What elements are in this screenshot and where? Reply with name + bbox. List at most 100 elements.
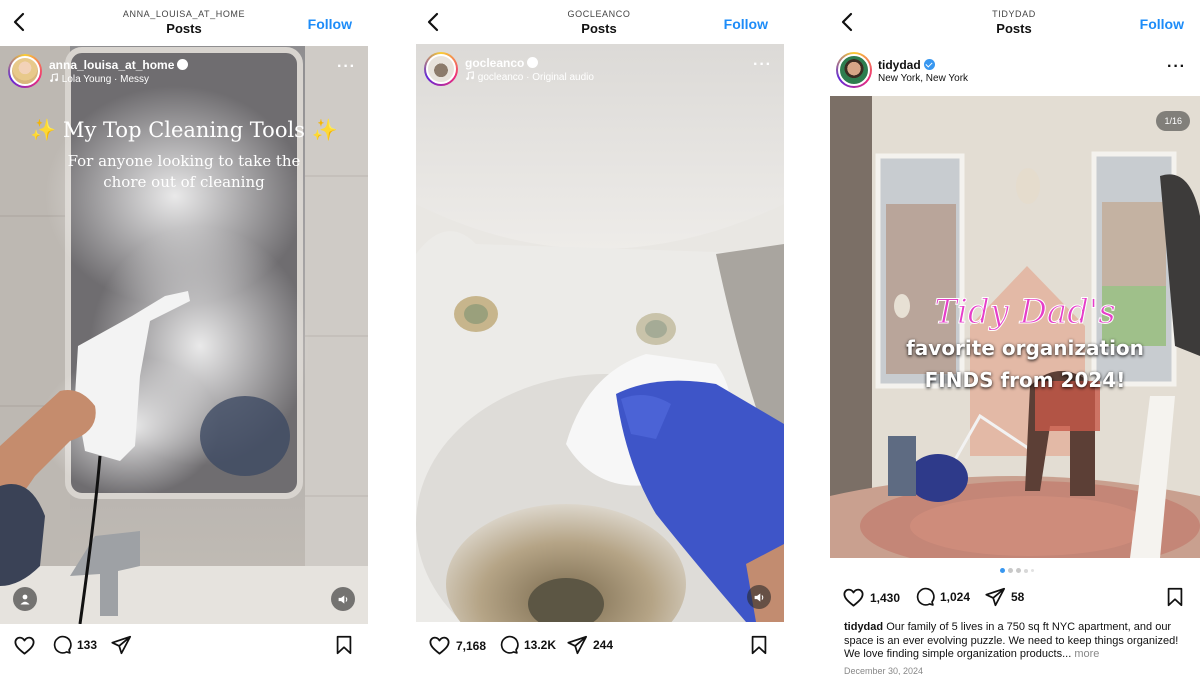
like-button[interactable]: 7,168 [428, 634, 486, 657]
carousel-dots [1000, 568, 1034, 573]
action-bar: 7,168 13.2K 244 [414, 634, 784, 666]
page-title: Posts [166, 21, 202, 36]
overlay-line2: favorite organization [906, 336, 1144, 360]
username[interactable]: tidydad [878, 58, 921, 72]
save-button[interactable] [333, 634, 355, 656]
post-video[interactable]: gocleanco gocleanco · Original audio ··· [416, 44, 784, 622]
back-arrow-icon[interactable] [836, 10, 860, 34]
share-count: 244 [593, 638, 614, 652]
share-icon [110, 634, 132, 656]
post-caption: tidydad Our family of 5 lives in a 750 s… [844, 621, 1186, 662]
overlay-subtitle-line1: For anyone looking to take the [67, 152, 301, 170]
carousel-dot[interactable] [1016, 568, 1021, 573]
audio-row[interactable]: Lola Young · Messy [49, 73, 149, 85]
heart-icon [842, 586, 865, 609]
top-bar: ANNA_LOUISA_AT_HOME Posts Follow [0, 0, 368, 44]
heart-icon [428, 634, 451, 657]
like-count: 1,430 [870, 590, 901, 605]
comment-button[interactable]: 1,024 [914, 586, 970, 607]
follow-button[interactable]: Follow [1140, 16, 1184, 32]
more-options-icon[interactable]: ··· [337, 58, 356, 76]
carousel-dot[interactable] [1000, 568, 1005, 573]
username-row[interactable]: gocleanco [465, 56, 539, 70]
username-row[interactable]: anna_louisa_at_home [49, 58, 189, 72]
caption-text: Our family of 5 lives in a 750 sq ft NYC… [844, 621, 1179, 660]
avatar[interactable] [836, 52, 872, 88]
caption-username[interactable]: tidydad [844, 621, 883, 633]
carousel-counter: 1/16 [1156, 111, 1190, 131]
post-panel-3: TIDYDAD Posts Follow tidydad New York, N… [828, 0, 1200, 675]
comment-count: 13.2K [524, 637, 557, 652]
username[interactable]: anna_louisa_at_home [49, 58, 174, 72]
like-count: 7,168 [456, 638, 487, 653]
overlay-title: ✨ My Top Cleaning Tools ✨ [30, 118, 338, 142]
more-link[interactable]: more [1074, 648, 1099, 660]
account-handle: GOCLEANCO [567, 9, 631, 19]
post-video[interactable]: anna_louisa_at_home Lola Young · Messy ·… [0, 46, 368, 624]
verified-icon [527, 57, 539, 68]
overlay-line1: Tidy Dad's [934, 292, 1116, 333]
overlay-subtitle-line2: chore out of cleaning [103, 173, 265, 191]
share-button[interactable]: 58 [984, 586, 1024, 608]
share-count: 58 [1011, 590, 1025, 604]
carousel-dot[interactable] [1031, 569, 1034, 572]
save-button[interactable] [748, 634, 770, 656]
verified-icon [923, 59, 935, 70]
share-button[interactable] [110, 634, 132, 656]
speaker-icon [753, 591, 766, 604]
follow-button[interactable]: Follow [724, 16, 768, 32]
top-bar: TIDYDAD Posts Follow [828, 0, 1200, 44]
comment-count: 133 [77, 637, 98, 652]
bookmark-icon [1164, 586, 1186, 608]
post-panel-1: ANNA_LOUISA_AT_HOME Posts Follow anna_lo… [0, 0, 368, 675]
share-icon [566, 634, 588, 656]
comment-icon [51, 634, 72, 655]
share-button[interactable]: 244 [566, 634, 613, 656]
post-date: December 30, 2024 [844, 666, 924, 675]
back-arrow-icon[interactable] [422, 10, 446, 34]
account-handle: TIDYDAD [992, 9, 1036, 19]
heart-icon [13, 634, 36, 657]
mute-button[interactable] [331, 587, 355, 611]
avatar[interactable] [424, 52, 458, 86]
audio-track: Lola Young · Messy [61, 74, 150, 85]
bookmark-icon [748, 634, 770, 656]
audio-row[interactable]: gocleanco · Original audio [465, 71, 594, 83]
action-bar: 133 [0, 634, 368, 666]
bookmark-icon [333, 634, 355, 656]
avatar[interactable] [8, 54, 42, 88]
share-icon [984, 586, 1006, 608]
like-button[interactable]: 1,430 [842, 586, 900, 609]
more-options-icon[interactable]: ··· [1167, 58, 1186, 76]
overlay-line3: FINDS from 2024! [924, 368, 1126, 392]
post-carousel-image[interactable]: Tidy Dad's favorite organization FINDS f… [830, 96, 1200, 558]
header-title: TIDYDAD Posts [992, 9, 1036, 36]
page-title: Posts [996, 21, 1032, 36]
music-note-icon [465, 71, 475, 81]
comment-button[interactable]: 13.2K [498, 634, 556, 655]
post-panel-2: GOCLEANCO Posts Follow gocleanco goclean… [414, 0, 784, 675]
carousel-dot[interactable] [1008, 568, 1013, 573]
save-button[interactable] [1164, 586, 1186, 608]
comment-button[interactable]: 133 [51, 634, 97, 655]
username[interactable]: gocleanco [465, 56, 524, 70]
speaker-icon [337, 593, 350, 606]
mute-button[interactable] [747, 585, 771, 609]
back-arrow-icon[interactable] [8, 10, 32, 34]
carousel-dot[interactable] [1024, 568, 1028, 573]
account-handle: ANNA_LOUISA_AT_HOME [122, 9, 246, 19]
follow-button[interactable]: Follow [308, 16, 352, 32]
comment-count: 1,024 [940, 589, 971, 604]
tagged-people-button[interactable] [13, 587, 37, 611]
toilet-scene [416, 44, 784, 622]
comment-icon [498, 634, 519, 655]
more-options-icon[interactable]: ··· [753, 56, 772, 74]
verified-icon [177, 59, 189, 70]
top-bar: GOCLEANCO Posts Follow [414, 0, 784, 44]
like-button[interactable] [13, 634, 36, 657]
audio-track: gocleanco · Original audio [477, 72, 594, 83]
username-row[interactable]: tidydad [878, 58, 935, 72]
header-title: GOCLEANCO Posts [568, 9, 631, 36]
location[interactable]: New York, New York [878, 73, 968, 84]
action-bar: 1,430 1,024 58 [828, 586, 1200, 618]
